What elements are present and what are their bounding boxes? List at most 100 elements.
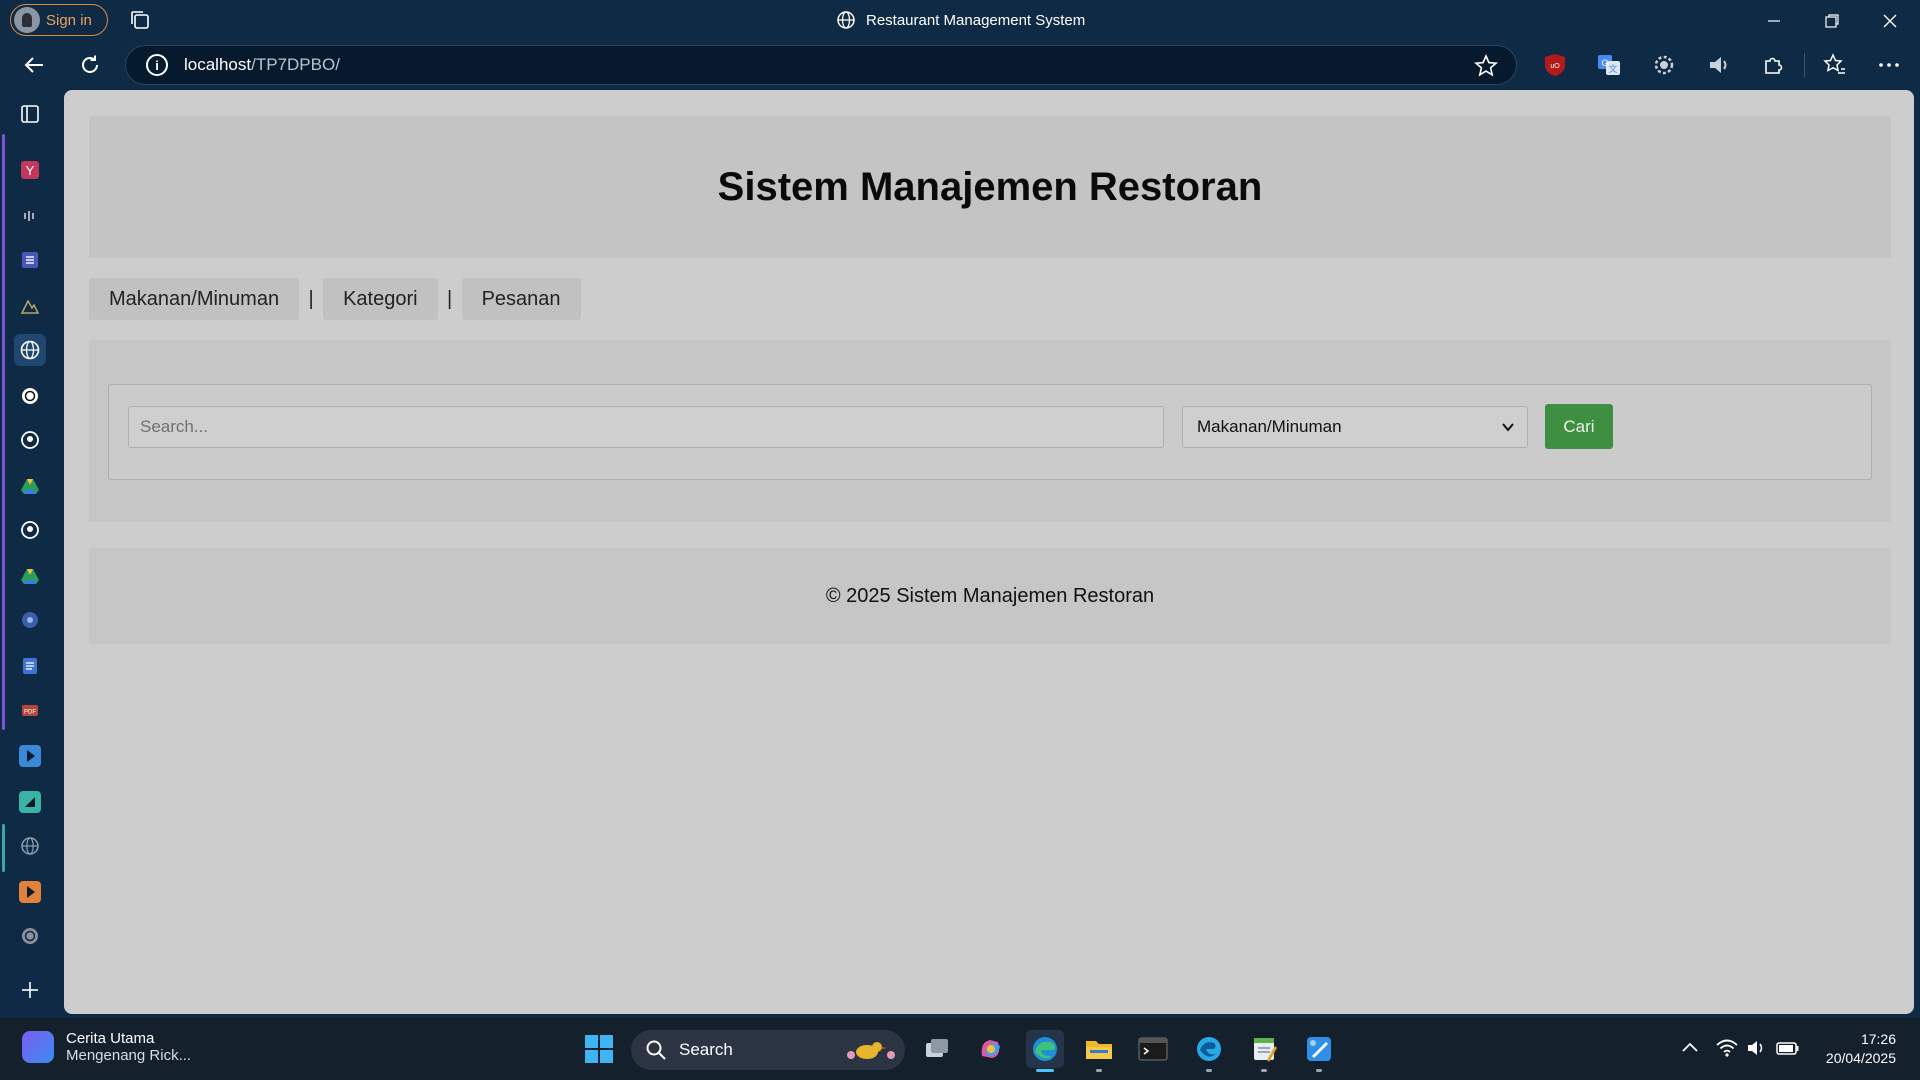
tab-icon-chatgpt[interactable] [14, 920, 46, 952]
copilot-button[interactable] [972, 1030, 1010, 1068]
favorite-star-icon[interactable] [1474, 54, 1498, 78]
copilot-icon [981, 1040, 1000, 1058]
windows-taskbar: Cerita Utama Mengenang Rick... Search 17… [0, 1018, 1920, 1080]
tab-icon-teal-app[interactable] [14, 786, 46, 818]
battery-icon[interactable] [1776, 1038, 1800, 1058]
tab-icon-mountain[interactable] [14, 290, 46, 322]
news-subtitle: Mengenang Rick... [66, 1047, 192, 1064]
new-tab-plus-icon[interactable] [14, 974, 46, 1006]
sign-in-label: Sign in [46, 11, 92, 29]
tab-group-indicator [2, 824, 5, 872]
snipping-tool-icon [1307, 1037, 1331, 1061]
nav-link-pesanan[interactable]: Pesanan [461, 278, 581, 320]
nav-link-kategori[interactable]: Kategori [323, 278, 438, 320]
search-input[interactable] [128, 406, 1164, 448]
sidebar-toggle-icon[interactable] [14, 98, 46, 130]
nav-separator: | [308, 287, 314, 310]
main-nav: Makanan/Minuman | Kategori | Pesanan [89, 278, 581, 320]
task-view-icon [926, 1039, 948, 1057]
volume-icon[interactable] [1746, 1038, 1768, 1058]
svg-text:G: G [1601, 58, 1608, 68]
refresh-icon [82, 55, 98, 73]
workspaces-icon[interactable] [128, 8, 154, 34]
favorites-icon[interactable] [1820, 50, 1850, 80]
search-form: Makanan/Minuman Cari [108, 384, 1872, 480]
snipping-tool-button[interactable] [1300, 1030, 1338, 1072]
restore-button[interactable] [1803, 0, 1861, 42]
translate-extension-icon[interactable]: G文 [1594, 50, 1624, 80]
notepad-icon [1254, 1038, 1277, 1062]
category-select[interactable]: Makanan/Minuman [1182, 406, 1528, 448]
dark-mode-extension-icon[interactable] [1649, 50, 1679, 80]
more-menu-icon[interactable] [1874, 50, 1904, 80]
window-title-text: Restaurant Management System [866, 11, 1086, 29]
system-clock[interactable]: 17:26 20/04/2025 [1826, 1030, 1896, 1068]
folder-icon [1086, 1041, 1112, 1059]
close-button[interactable] [1861, 0, 1919, 42]
page-title: Sistem Manajemen Restoran [717, 164, 1263, 209]
wifi-icon[interactable] [1716, 1038, 1738, 1058]
sign-in-button[interactable]: Sign in [10, 4, 108, 36]
tab-icon-pdf[interactable]: PDF [14, 694, 46, 726]
search-icon [646, 1040, 666, 1060]
minimize-button[interactable] [1745, 0, 1803, 42]
nav-separator: | [446, 287, 453, 310]
page-header: Sistem Manajemen Restoran [89, 116, 1891, 258]
tab-group-indicator [2, 134, 5, 730]
tab-icon-google-drive[interactable] [14, 560, 46, 592]
tab-icon-media-play[interactable] [14, 740, 46, 772]
nav-link-makanan-minuman[interactable]: Makanan/Minuman [89, 278, 300, 320]
svg-text:uO: uO [1550, 63, 1560, 70]
tab-icon-google-drive[interactable] [14, 470, 46, 502]
chevron-down-icon [1502, 423, 1514, 432]
tab-icon-docs[interactable] [14, 650, 46, 682]
url-text[interactable]: localhost/TP7DPBO/ [184, 55, 340, 75]
tab-icon-github[interactable] [14, 514, 46, 546]
terminal-icon [1138, 1037, 1168, 1061]
ublock-extension-icon[interactable]: uO [1540, 50, 1570, 80]
search-button[interactable]: Cari [1545, 404, 1613, 449]
tab-icon-circle-app[interactable] [14, 604, 46, 636]
taskbar-search[interactable]: Search [631, 1030, 905, 1070]
profile-avatar-icon [14, 7, 40, 33]
web-page: Sistem Manajemen Restoran Makanan/Minuma… [64, 90, 1914, 1014]
extensions-puzzle-icon[interactable] [1759, 50, 1789, 80]
tab-icon-globe[interactable] [14, 830, 46, 862]
tab-icon-orange-play[interactable] [14, 876, 46, 908]
svg-text:Y: Y [26, 163, 35, 178]
arrow-left-icon [24, 57, 43, 73]
news-widget[interactable]: Cerita Utama Mengenang Rick... [22, 1030, 191, 1064]
clock-date: 20/04/2025 [1825, 1050, 1896, 1066]
window-title: Restaurant Management System [836, 10, 1085, 30]
running-app-indicator [1206, 1069, 1212, 1072]
browser-titlebar: Sign in Restaurant Management System [0, 0, 1920, 42]
edge-browser-button[interactable] [1026, 1030, 1064, 1072]
edge-dev-button[interactable] [1190, 1030, 1228, 1072]
edge-dev-icon [1197, 1037, 1221, 1061]
windows-logo-icon [585, 1035, 613, 1063]
edge-icon [1033, 1037, 1057, 1061]
file-explorer-button[interactable] [1080, 1030, 1118, 1072]
tab-icon-equalizer[interactable] [14, 200, 46, 232]
terminal-button[interactable] [1134, 1030, 1172, 1068]
address-bar[interactable]: i localhost/TP7DPBO/ [125, 45, 1517, 85]
tab-icon-github[interactable] [14, 424, 46, 456]
tab-icon-globe-active[interactable] [14, 334, 46, 366]
start-button[interactable] [580, 1030, 618, 1068]
notepad-button[interactable] [1245, 1030, 1283, 1072]
speaker-extension-icon[interactable] [1704, 50, 1734, 80]
refresh-button[interactable] [73, 48, 107, 82]
site-info-icon[interactable]: i [146, 54, 168, 76]
svg-text:PDF: PDF [24, 710, 36, 716]
tab-icon-chatgpt[interactable] [14, 380, 46, 412]
bird-decoration-icon [847, 1042, 895, 1059]
tab-icon-y-app[interactable]: Y [14, 154, 46, 186]
tab-icon-list[interactable] [14, 244, 46, 276]
chevron-up-icon[interactable] [1680, 1038, 1700, 1058]
category-select-value: Makanan/Minuman [1197, 417, 1342, 436]
task-view-button[interactable] [918, 1030, 956, 1068]
browser-sidebar: Y PDF [0, 90, 64, 1016]
back-button[interactable] [17, 48, 51, 82]
running-app-indicator [1096, 1069, 1102, 1072]
running-app-indicator [1316, 1069, 1322, 1072]
